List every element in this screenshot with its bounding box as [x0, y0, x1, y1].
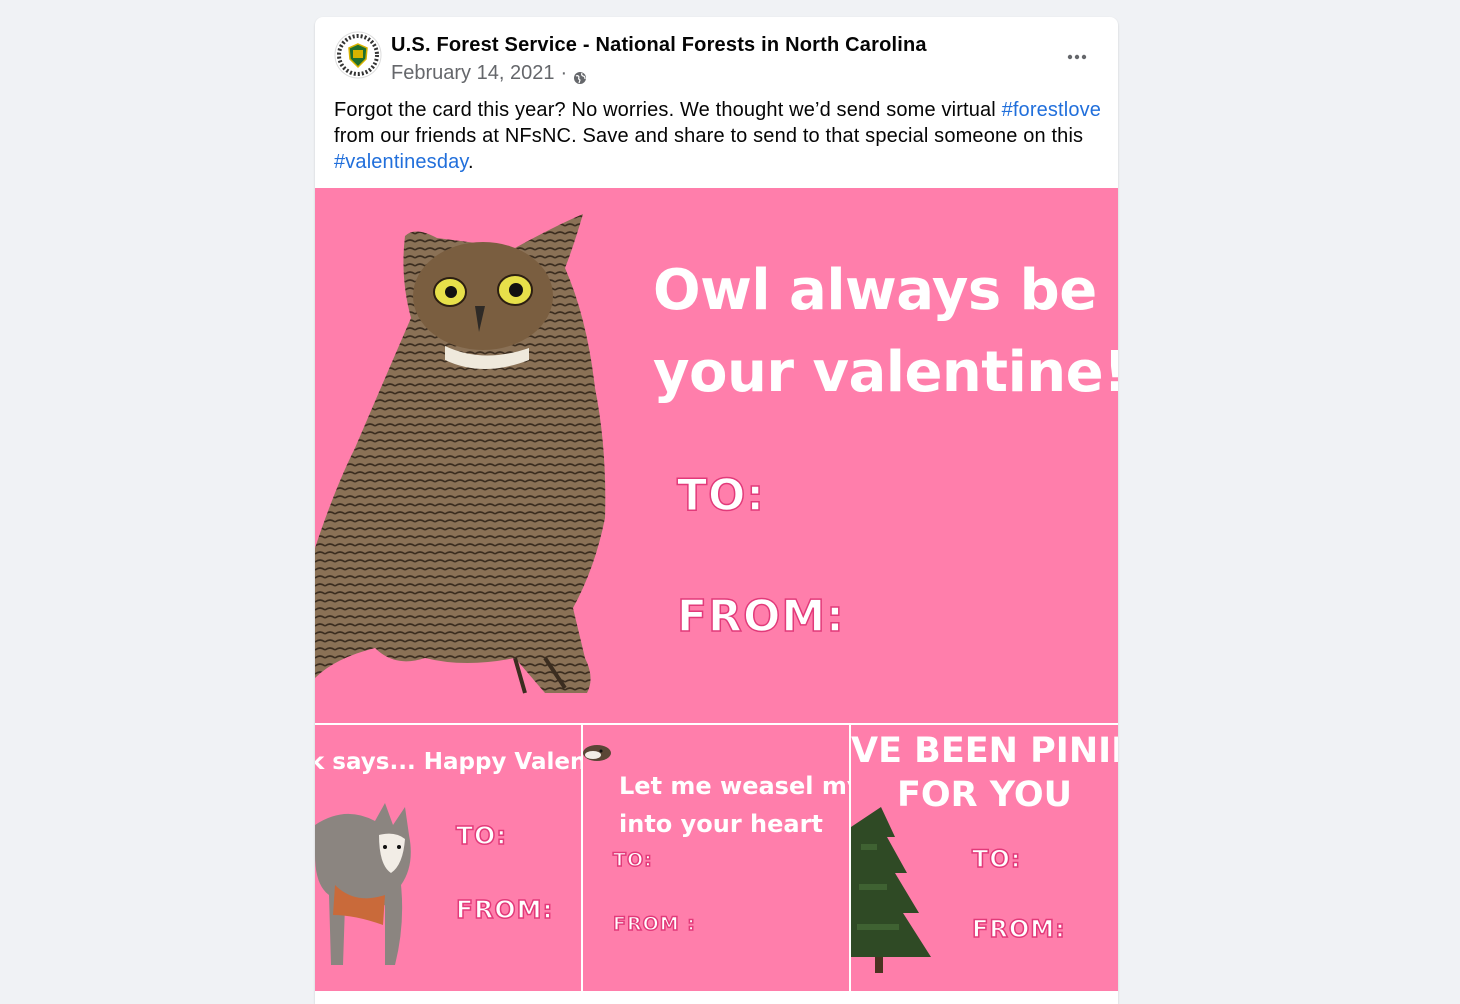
weasel-valentine-card[interactable]: Let me weasel my into your heart TO: FRO… [583, 725, 849, 991]
hashtag-valentinesday[interactable]: #valentinesday [334, 151, 468, 173]
title-line: Owl always be [653, 258, 1097, 323]
fox-image [315, 803, 411, 965]
to-label: TO: [676, 469, 766, 522]
page-name[interactable]: U.S. Forest Service - National Forests i… [391, 34, 927, 57]
post-caption: Forgot the card this year? No worries. W… [334, 97, 1109, 175]
headline-line: VE BEEN PINII [851, 731, 1118, 771]
weasel-card-headline: Let me weasel my into your heart [619, 767, 849, 843]
pine-valentine-card[interactable]: VE BEEN PINII FOR YOU TO: FROM: [851, 725, 1118, 991]
forest-service-logo [334, 31, 382, 79]
globe-icon [573, 68, 587, 84]
weasel-image [583, 745, 611, 761]
page-avatar[interactable] [334, 31, 382, 79]
caption-text: . [468, 151, 474, 173]
owl-image [315, 214, 606, 694]
pine-tree-image [851, 807, 931, 973]
from-label: FROM: [455, 894, 554, 925]
to-label: TO: [455, 820, 508, 851]
post-date[interactable]: February 14, 2021 [391, 62, 554, 85]
from-label: FROM : [612, 912, 696, 936]
from-label: FROM: [971, 914, 1066, 944]
post-media-grid: Owl always be your valentine! TO: FROM: … [315, 188, 1118, 1004]
more-options-icon [1067, 54, 1087, 60]
headline-line: into your heart [619, 810, 823, 838]
fox-card-headline: k says... Happy Valentin [315, 749, 581, 775]
hashtag-forestlove[interactable]: #forestlove [1002, 99, 1101, 121]
meta-separator: · [560, 62, 568, 84]
post-meta: February 14, 2021 · [391, 62, 587, 85]
post-header: U.S. Forest Service - National Forests i… [315, 17, 1118, 99]
title-line: your valentine! [653, 340, 1118, 405]
to-label: TO: [612, 848, 653, 872]
from-label: FROM: [676, 590, 845, 643]
headline-line: Let me weasel my [619, 772, 849, 800]
fox-valentine-card[interactable]: k says... Happy Valentin TO: FROM: [315, 725, 581, 991]
more-options-button[interactable] [1059, 45, 1095, 69]
owl-card-title: Owl always be your valentine! [653, 250, 1118, 414]
caption-text: from our friends at NFsNC. Save and shar… [334, 125, 1084, 147]
caption-text: Forgot the card this year? No worries. W… [334, 99, 1002, 121]
owl-valentine-card[interactable]: Owl always be your valentine! TO: FROM: [315, 188, 1118, 723]
to-label: TO: [971, 844, 1022, 874]
pine-card-headline: VE BEEN PINII FOR YOU [851, 729, 1118, 817]
facebook-post: U.S. Forest Service - National Forests i… [315, 17, 1118, 1004]
